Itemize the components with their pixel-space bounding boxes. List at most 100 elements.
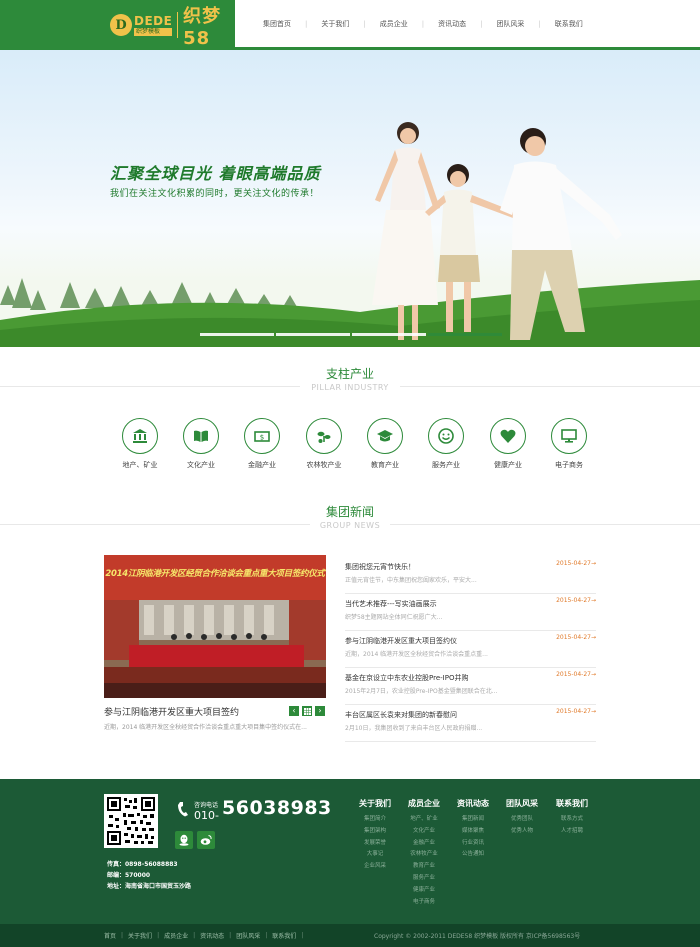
footer-link[interactable]: 农林牧产业 — [399, 849, 449, 861]
footer-col-members: 成员企业 地产、矿业 文化产业 金融产业 农林牧产业 教育产业 服务产业 健康产… — [399, 798, 449, 908]
industry-item-finance[interactable]: $ 金融产业 — [232, 418, 292, 470]
industry-item-health[interactable]: 健康产业 — [478, 418, 538, 470]
news-list-item[interactable]: 丰台区属区长袁来对集团的新春慰问 2月10日，我集团收到了来自丰台区人民政府捐赠… — [345, 705, 596, 742]
news-list-item[interactable]: 参与江阴临港开发区重大项目签约仪 近期，2014 临港开发区全秋经贸合作洽谈会重… — [345, 631, 596, 668]
footer-link[interactable]: 企业风采 — [350, 861, 400, 873]
featured-news-image[interactable]: 2014江阴临港开发区经贸合作洽谈会重点重大项目签约仪式 — [104, 555, 326, 698]
footer-link[interactable]: 行业资讯 — [448, 838, 498, 850]
industry-item-real-estate[interactable]: 地产、矿业 — [110, 418, 170, 470]
footer-link[interactable]: 金融产业 — [399, 838, 449, 850]
hero-banner[interactable]: 汇聚全球目光 着眼高端品质 我们在关注文化积累的同时，更关注文化的传承！ — [0, 50, 700, 347]
industry-label: 地产、矿业 — [122, 461, 158, 469]
weibo-button[interactable] — [197, 831, 215, 849]
nav-item-news[interactable]: 资讯动态 | — [424, 19, 482, 29]
footer-col-news: 资讯动态 集团新闻 媒体聚焦 行业资讯 公告通知 — [448, 798, 498, 861]
footer-col-heading[interactable]: 团队风采 — [497, 798, 547, 809]
industry-item-culture[interactable]: 文化产业 — [171, 418, 231, 470]
footer-link[interactable]: 优秀团队 — [497, 814, 547, 826]
news-item-date: 2015-04-27→ — [556, 560, 596, 567]
main-nav: 集团首页 | 关于我们 | 成员企业 | 资讯动态 | 团队风采 | 联系我们 — [235, 0, 597, 47]
logo-divider — [177, 12, 179, 38]
nav-item-about[interactable]: 关于我们 | — [307, 19, 365, 29]
industry-label: 教育产业 — [371, 461, 399, 469]
industry-list: 地产、矿业 文化产业 $ 金融产业 农林牧产业 教育产业 服务产业 健康产业 电… — [110, 418, 590, 478]
bottom-link-contact[interactable]: 联系我们 — [272, 931, 296, 940]
photo-banner-text: 2014江阴临港开发区经贸合作洽谈会重点重大项目签约仪式 — [105, 569, 325, 579]
footer-link[interactable]: 集团架构 — [350, 826, 400, 838]
footer-col-heading[interactable]: 成员企业 — [399, 798, 449, 809]
contact-fax: 传真：0898-56088883 — [107, 861, 178, 868]
banner-scene — [0, 122, 700, 347]
news-item-title[interactable]: 集团祝您元宵节快乐！ — [345, 562, 415, 572]
slide-indicator-2[interactable] — [276, 333, 350, 336]
slide-indicator-4[interactable] — [428, 333, 502, 336]
bottom-link-home[interactable]: 首页 — [104, 931, 116, 940]
banner-title: 汇聚全球目光 着眼高端品质 — [110, 164, 321, 183]
phone-prefix: 010- — [194, 809, 219, 822]
news-list-item[interactable]: 当代艺术推荐---写实油画展示 织梦58主题网站全体同仁祝愿广大... 2015… — [345, 594, 596, 631]
next-arrow-button[interactable]: › — [315, 706, 325, 716]
qr-code-icon — [107, 797, 155, 845]
footer-link[interactable]: 地产、矿业 — [399, 814, 449, 826]
footer-link[interactable]: 人才招聘 — [547, 826, 597, 838]
footer-link[interactable]: 优秀人物 — [497, 826, 547, 838]
footer-link[interactable]: 大事记 — [350, 849, 400, 861]
nav-item-team[interactable]: 团队风采 | — [482, 19, 540, 29]
industry-item-ecommerce[interactable]: 电子商务 — [539, 418, 599, 470]
industry-label: 农林牧产业 — [306, 461, 342, 469]
footer-link[interactable]: 集团新闻 — [448, 814, 498, 826]
footer-link[interactable]: 电子商务 — [399, 897, 449, 909]
news-list-item[interactable]: 集团祝您元宵节快乐！ 正值元宵佳节，中东集团祝您阖家欢乐，平安大... 2015… — [345, 557, 596, 594]
footer-col-heading[interactable]: 关于我们 — [350, 798, 400, 809]
footer-link[interactable]: 教育产业 — [399, 861, 449, 873]
news-item-title[interactable]: 基金在京设立中东农业控股Pre-IPO并购 — [345, 673, 468, 683]
bank-icon — [133, 429, 147, 443]
footer-link[interactable]: 发展荣誉 — [350, 838, 400, 850]
phone-number: 56038983 — [222, 797, 332, 819]
industry-item-agriculture[interactable]: 农林牧产业 — [294, 418, 354, 470]
footer-link[interactable]: 健康产业 — [399, 885, 449, 897]
news-item-date: 2015-04-27→ — [556, 597, 596, 604]
industry-item-education[interactable]: 教育产业 — [355, 418, 415, 470]
footer-link[interactable]: 集团简介 — [350, 814, 400, 826]
bottom-bar: 首页 | 关于我们 | 成员企业 | 资讯动态 | 团队风采 | 联系我们 | Copyri… — [0, 924, 700, 947]
footer-col-heading[interactable]: 联系我们 — [547, 798, 597, 809]
bottom-link-news[interactable]: 资讯动态 — [200, 931, 224, 940]
grid-icon — [303, 707, 311, 715]
prev-arrow-button[interactable]: ‹ — [289, 706, 299, 716]
industry-label: 健康产业 — [494, 461, 522, 469]
footer-col-heading[interactable]: 资讯动态 — [448, 798, 498, 809]
slide-indicator-3[interactable] — [352, 333, 426, 336]
nav-item-contact[interactable]: 联系我们 — [541, 19, 597, 29]
featured-news-title[interactable]: 参与江阴临港开发区重大项目签约 — [104, 705, 239, 718]
news-item-title[interactable]: 当代艺术推荐---写实油画展示 — [345, 599, 437, 609]
news-title-en: GROUP NEWS — [319, 521, 381, 530]
qq-button[interactable] — [175, 831, 193, 849]
footer-link[interactable]: 文化产业 — [399, 826, 449, 838]
slide-indicator-1[interactable] — [200, 333, 274, 336]
footer-link[interactable]: 公告通知 — [448, 849, 498, 861]
industry-item-service[interactable]: 服务产业 — [416, 418, 476, 470]
news-item-desc: 2015年2月7日，农业控股Pre-IPO基金暨集团联合在北... — [345, 688, 498, 695]
industry-title-en: PILLAR INDUSTRY — [311, 383, 389, 392]
site-logo[interactable]: D DEDE 织梦模板 织梦58 — [0, 0, 235, 50]
logo-badge: D DEDE 织梦模板 — [110, 13, 173, 36]
grid-view-button[interactable] — [302, 706, 312, 716]
nav-item-home[interactable]: 集团首页 | — [249, 19, 307, 29]
heart-icon — [500, 429, 516, 443]
bottom-link-team[interactable]: 团队风采 — [236, 931, 260, 940]
footer-link[interactable]: 联系方式 — [547, 814, 597, 826]
news-item-desc: 近期，2014 临港开发区全秋经贸合作洽谈会重点重... — [345, 651, 488, 658]
footer-link[interactable]: 媒体聚焦 — [448, 826, 498, 838]
footer-col-team: 团队风采 优秀团队 优秀人物 — [497, 798, 547, 838]
bottom-link-members[interactable]: 成员企业 — [164, 931, 188, 940]
news-list-item[interactable]: 基金在京设立中东农业控股Pre-IPO并购 2015年2月7日，农业控股Pre-… — [345, 668, 596, 705]
news-item-title[interactable]: 参与江阴临港开发区重大项目签约仪 — [345, 636, 457, 646]
logo-brand: DEDE — [134, 13, 173, 28]
footer-link[interactable]: 服务产业 — [399, 873, 449, 885]
weibo-icon — [200, 835, 212, 845]
phone-icon — [178, 802, 188, 817]
news-item-title[interactable]: 丰台区属区长袁来对集团的新春慰问 — [345, 710, 457, 720]
bottom-link-about[interactable]: 关于我们 — [128, 931, 152, 940]
nav-item-members[interactable]: 成员企业 | — [366, 19, 424, 29]
